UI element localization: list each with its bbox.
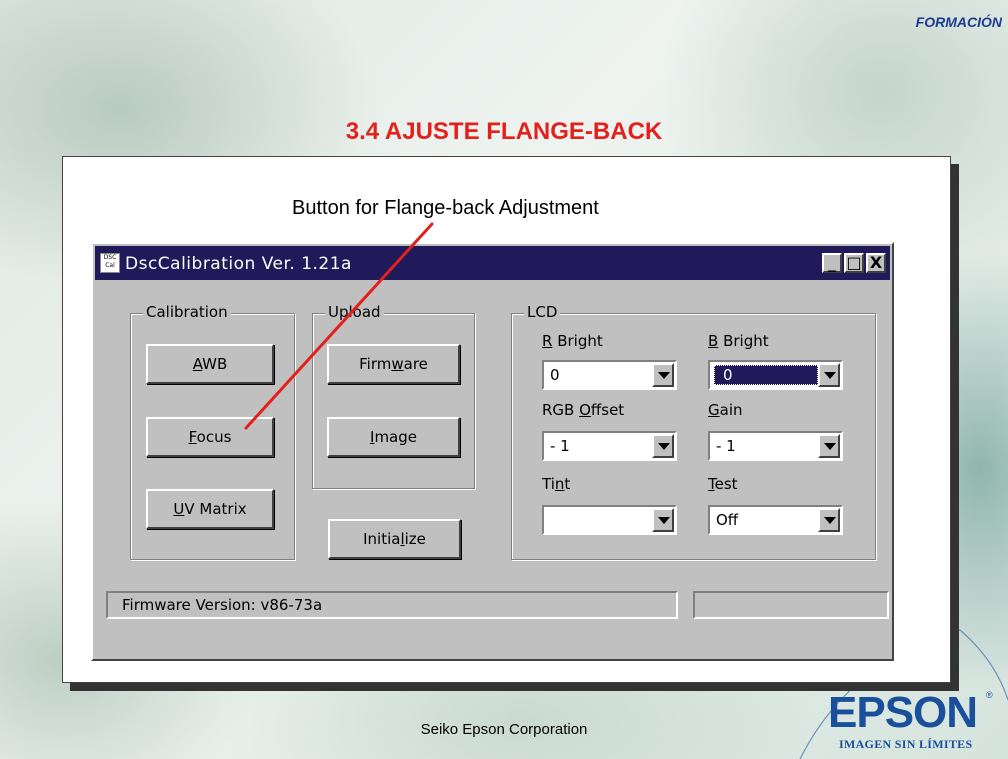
lcd-group-label: LCD	[524, 303, 561, 321]
gain-value: - 1	[716, 437, 736, 455]
rgb-offset-value: - 1	[550, 437, 570, 455]
b-bright-value: 0	[714, 365, 818, 385]
r-bright-dropdown-icon[interactable]	[652, 363, 674, 387]
firmware-version-text: Firmware Version: v86-73a	[122, 596, 323, 614]
r-bright-select[interactable]: 0	[542, 360, 677, 390]
calibration-group-label: Calibration	[143, 303, 231, 321]
r-bright-value: 0	[550, 366, 560, 384]
firmware-button[interactable]: Firmware	[327, 344, 460, 384]
image-button[interactable]: Image	[327, 417, 460, 457]
b-bright-dropdown-icon[interactable]	[818, 363, 840, 387]
dsc-calibration-window: DSC Cal DscCalibration Ver. 1.21a _ □ X …	[91, 242, 894, 661]
minimize-button[interactable]: _	[822, 253, 842, 273]
gain-dropdown-icon[interactable]	[818, 434, 840, 458]
window-titlebar[interactable]: DSC Cal DscCalibration Ver. 1.21a _ □ X	[95, 246, 890, 280]
b-bright-select[interactable]: 0	[708, 360, 843, 390]
gain-select[interactable]: - 1	[708, 431, 843, 461]
b-bright-label: B Bright	[708, 332, 769, 350]
rgb-offset-label: RGB Offset	[542, 401, 625, 419]
maximize-button[interactable]: □	[844, 253, 864, 273]
test-select[interactable]: Off	[708, 505, 843, 535]
rgb-offset-dropdown-icon[interactable]	[652, 434, 674, 458]
awb-button[interactable]: AWB	[146, 344, 274, 384]
window-title: DscCalibration Ver. 1.21a	[125, 254, 352, 274]
annotation-text: Button for Flange-back Adjustment	[292, 197, 599, 219]
brand-tagline: IMAGEN SIN LÍMITES	[839, 737, 973, 751]
footer-text: Seiko Epson Corporation	[420, 721, 588, 738]
rgb-offset-select[interactable]: - 1	[542, 431, 677, 461]
firmware-status-panel: Firmware Version: v86-73a	[106, 591, 678, 619]
test-value: Off	[716, 511, 739, 529]
uv-matrix-button[interactable]: UV Matrix	[146, 489, 274, 529]
initialize-button[interactable]: Initialize	[328, 519, 461, 559]
tint-label: Tint	[542, 475, 571, 493]
header-label: FORMACIÓN	[915, 14, 1002, 30]
upload-group: Upload	[312, 303, 475, 489]
tint-select[interactable]	[542, 505, 677, 535]
status-panel-right	[693, 591, 889, 619]
gain-label: Gain	[708, 401, 743, 419]
r-bright-label: R Bright	[542, 332, 603, 350]
test-label: Test	[708, 475, 738, 493]
registered-mark: ®	[986, 690, 993, 700]
close-button[interactable]: X	[866, 253, 886, 273]
slide-title: 3.4 AJUSTE FLANGE-BACK	[345, 118, 663, 145]
app-icon: DSC Cal	[100, 253, 120, 273]
focus-button[interactable]: Focus	[146, 417, 274, 457]
tint-dropdown-icon[interactable]	[652, 508, 674, 532]
test-dropdown-icon[interactable]	[818, 508, 840, 532]
upload-group-label: Upload	[325, 303, 384, 321]
